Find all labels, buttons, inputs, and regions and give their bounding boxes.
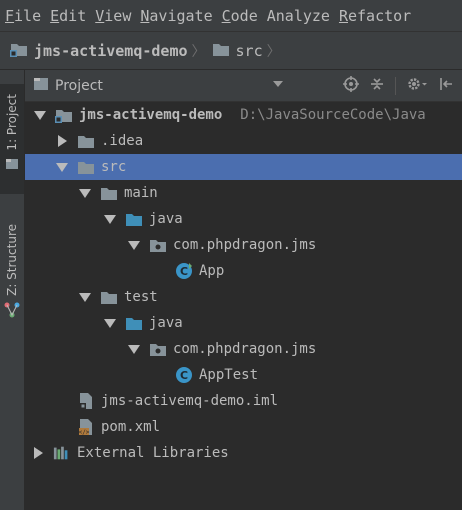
tab-structure-label: Z: Structure [5,224,19,296]
maven-pom-icon: </> [77,419,95,436]
breadcrumb-project[interactable]: jms-activemq-demo [10,41,188,61]
expand-arrow-icon[interactable] [127,238,141,252]
left-tool-strip: 1: Project Z: Structure [0,70,25,510]
breadcrumb-separator-icon: 〉 [191,43,206,60]
gear-icon[interactable] [406,76,428,96]
expand-arrow-icon[interactable] [55,134,69,148]
project-tab-icon [5,157,19,175]
tab-structure[interactable]: Z: Structure [0,220,24,330]
package-icon [149,341,167,357]
tree-item-root[interactable]: jms-activemq-demo D:\JavaSourceCode\Java [25,102,462,128]
breadcrumb-src[interactable]: src [212,41,263,61]
expand-arrow-icon[interactable] [55,160,69,174]
tree-apptest-label: AppTest [199,367,259,383]
project-view-selector[interactable]: Project [33,77,103,95]
tree-item-main[interactable]: main [25,180,462,206]
breadcrumb: jms-activemq-demo 〉 src 〉 [0,32,462,70]
tree-item-main-java[interactable]: java [25,206,462,232]
tree-item-main-package[interactable]: com.phpdragon.jms [25,232,462,258]
hide-panel-icon[interactable] [438,76,454,96]
chevron-down-icon[interactable] [273,81,283,87]
folder-icon [100,185,118,201]
breadcrumb-separator-icon: 〉 [266,43,281,60]
source-folder-icon [125,315,143,331]
java-class-icon: C [175,263,193,279]
project-module-icon [10,41,28,61]
tree-java-label: java [149,211,183,227]
menu-bar: File Edit View Navigate Code Analyze Ref… [0,0,462,32]
expand-arrow-icon[interactable] [31,446,45,460]
folder-icon [212,41,230,61]
package-icon [149,237,167,253]
menu-analyze[interactable]: Analyze [262,7,334,25]
project-panel-title: Project [55,77,103,94]
tree-main-label: main [124,185,158,201]
divider [395,77,396,95]
svg-text:C: C [180,265,188,278]
tree-item-test-package[interactable]: com.phpdragon.jms [25,336,462,362]
tree-idea-label: .idea [101,133,144,149]
project-tree: jms-activemq-demo D:\JavaSourceCode\Java… [25,102,462,510]
project-icon [33,77,49,95]
svg-text:C: C [180,369,188,382]
expand-arrow-icon[interactable] [33,108,47,122]
expand-arrow-icon[interactable] [127,342,141,356]
tree-item-test[interactable]: test [25,284,462,310]
tree-test-label: test [124,289,158,305]
tree-pom-label: pom.xml [101,419,161,435]
expand-arrow-icon[interactable] [103,212,117,226]
menu-refactor[interactable]: Refactor [334,7,415,25]
tree-item-idea[interactable]: .idea [25,128,462,154]
tree-java-label: java [149,315,183,331]
java-class-icon: C [175,367,193,383]
iml-file-icon [77,393,95,409]
tree-item-test-java[interactable]: java [25,310,462,336]
folder-icon [77,159,95,175]
menu-view[interactable]: View [90,7,135,25]
tree-package-label: com.phpdragon.jms [173,237,317,253]
tree-package-label: com.phpdragon.jms [173,341,317,357]
tree-item-app[interactable]: C App [25,258,462,284]
tree-item-iml[interactable]: jms-activemq-demo.iml [25,388,462,414]
structure-icon [4,302,20,322]
tree-item-src[interactable]: src [25,154,462,180]
libraries-icon [53,445,71,461]
menu-code[interactable]: Code [217,7,262,25]
expand-arrow-icon[interactable] [78,186,92,200]
tree-libraries-label: External Libraries [77,445,229,461]
breadcrumb-src-label: src [235,41,263,60]
tree-src-label: src [101,159,127,175]
expand-arrow-icon[interactable] [78,290,92,304]
tree-item-apptest[interactable]: C AppTest [25,362,462,388]
source-folder-icon [125,211,143,227]
tree-iml-label: jms-activemq-demo.iml [101,393,279,409]
tree-app-label: App [199,263,225,279]
menu-navigate[interactable]: Navigate [135,7,216,25]
menu-file[interactable]: File [0,7,45,25]
tab-project[interactable]: 1: Project [0,84,24,194]
folder-icon [77,133,95,149]
breadcrumb-project-label: jms-activemq-demo [34,41,188,60]
expand-arrow-icon[interactable] [103,316,117,330]
folder-icon [100,289,118,305]
tree-item-external-libraries[interactable]: External Libraries [25,440,462,466]
module-icon [55,107,73,123]
tree-root-label: jms-activemq-demo [79,107,223,123]
tree-root-path: D:\JavaSourceCode\Java [240,107,426,123]
collapse-all-icon[interactable] [369,76,385,96]
tree-item-pom[interactable]: </> pom.xml [25,414,462,440]
scroll-from-source-icon[interactable] [343,76,359,96]
menu-edit[interactable]: Edit [45,7,90,25]
svg-text:</>: </> [79,429,90,436]
project-panel-header: Project [25,70,462,102]
tab-project-label: 1: Project [5,94,19,151]
